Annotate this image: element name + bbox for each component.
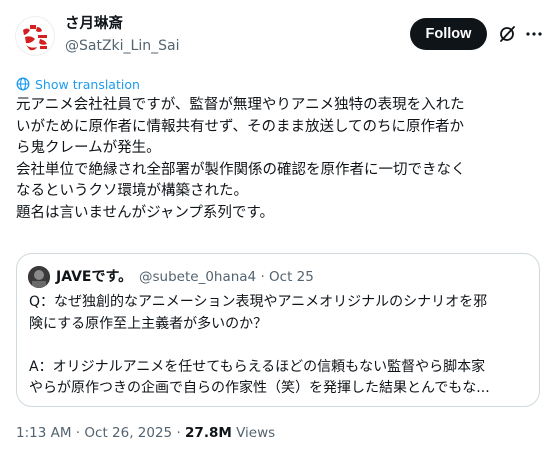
post-text-line: いがために原作者に情報共有せず、そのまま放送してのちに原作者か (16, 118, 465, 135)
follow-button[interactable]: Follow (410, 18, 487, 50)
separator-dot: · (75, 425, 81, 441)
separator-dot: · (176, 425, 181, 441)
post-text: 元アニメ会社社員ですが、監督が無理やりアニメ独特の表現を入れた いがために原作者… (16, 95, 546, 225)
quoted-author-meta: @subete_0hana4 · Oct 25 (139, 268, 314, 286)
post-text-line: ら鬼クレームが発生。 (16, 140, 161, 157)
quoted-text-line: Q：なぜ独創的なアニメーション表現やアニメオリジナルのシナリオを邪 (29, 294, 488, 310)
quoted-author-handle: @subete_0hana4 (139, 269, 257, 285)
post-text-line: 元アニメ会社社員ですが、監督が無理やりアニメ独特の表現を入れた (16, 97, 465, 113)
author-avatar[interactable] (15, 16, 55, 56)
quoted-post-text: Q：なぜ独創的なアニメーション表現やアニメオリジナルのシナリオを邪 険にする原作… (29, 292, 531, 400)
post-text-line: 会社単位で絶縁され全部署が製作関係の確認を原作者に一切できなく (16, 161, 466, 178)
quoted-text-line: 険にする原作至上主義者が多いのか？ (29, 315, 268, 332)
quoted-author-name: JAVEです。 (56, 269, 133, 285)
views-count: 27.8M (185, 425, 232, 441)
views-label: Views (236, 425, 276, 441)
more-options-icon[interactable] (524, 24, 544, 44)
quoted-text-line: やらが原作つきの企画で自らの作家性（笑）を発揮した結果とんでもな... (29, 380, 490, 396)
post-header: さ月琳斎 @SatZki_Lin_Sai Follow (0, 0, 554, 70)
post-text-line: 題名は言いませんがジャンプ系列です。 (16, 204, 274, 221)
quoted-text-line: A：オリジナルアニメを任せてもらえるほどの信頼もない監督やら脚本家 (29, 358, 486, 375)
show-translation-label[interactable]: Show translation (35, 77, 140, 92)
author-display-name[interactable]: さ月琳斎 (65, 15, 123, 33)
quoted-author-avatar (28, 266, 50, 288)
quoted-post[interactable]: JAVEです。 @subete_0hana4 · Oct 25 Q：なぜ独創的な… (16, 253, 540, 407)
grok-icon[interactable] (497, 24, 517, 44)
post-time[interactable]: 1:13 AM (16, 425, 72, 441)
quoted-text-line (29, 335, 531, 357)
separator-dot: · (260, 269, 265, 285)
quoted-post-date: Oct 25 (269, 269, 314, 285)
globe-icon (16, 77, 30, 91)
post-meta: 1:13 AM · Oct 26, 2025 · 27.8M Views (16, 424, 275, 442)
show-translation-link[interactable]: Show translation (16, 76, 140, 92)
author-handle[interactable]: @SatZki_Lin_Sai (65, 37, 179, 55)
post-date[interactable]: Oct 26, 2025 (84, 425, 172, 441)
post-text-line: なるというクソ環境が構築された。 (16, 183, 248, 200)
